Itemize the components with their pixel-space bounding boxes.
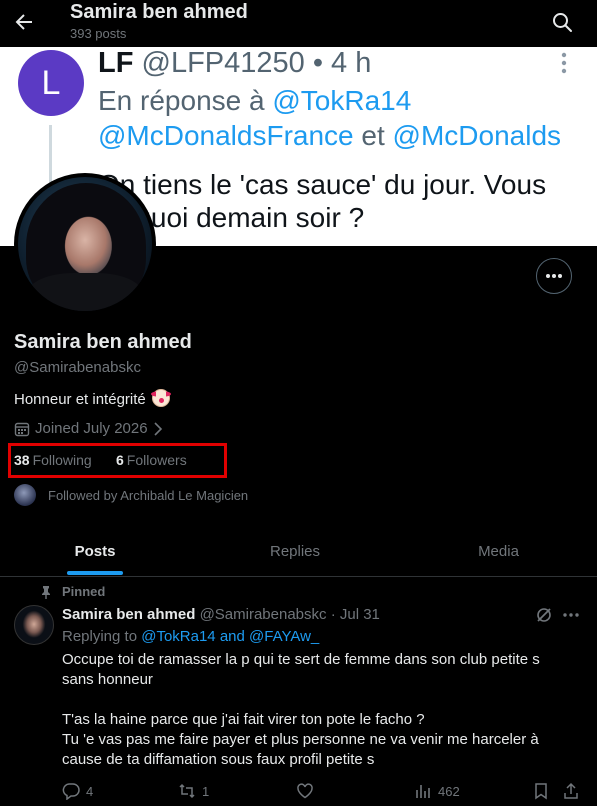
- heart-icon: [297, 783, 313, 799]
- pinned-label: Pinned: [40, 584, 105, 599]
- search-icon[interactable]: [550, 10, 574, 34]
- followed-by[interactable]: Followed by Archibald Le Magicien: [14, 484, 248, 506]
- repost-button[interactable]: 1: [178, 782, 209, 800]
- profile-bio: Honneur et intégrité: [14, 389, 171, 408]
- post-text: Occupe toi de ramasser la p qui te sert …: [62, 651, 540, 768]
- chevron-right-icon: [154, 421, 162, 436]
- active-tab-indicator: [67, 571, 123, 575]
- tab-replies[interactable]: Replies: [200, 527, 390, 576]
- repost-icon: [179, 783, 195, 799]
- post-author-name[interactable]: Samira ben ahmed: [62, 606, 195, 623]
- joined-text: Joined July 2026: [35, 420, 148, 437]
- banner-reply-line: En réponse à @TokRa14: [98, 85, 412, 116]
- header-posts-count: 393 posts: [70, 26, 127, 41]
- pin-icon: [42, 585, 50, 599]
- post-author-handle[interactable]: @Samirabenabskc: [200, 606, 327, 623]
- avatar-image: [18, 177, 152, 311]
- views-button[interactable]: 462: [414, 782, 460, 800]
- post-more-icon[interactable]: [562, 606, 580, 624]
- banner-more-icon: [560, 52, 568, 74]
- banner-avatar: L: [18, 50, 84, 116]
- bookmark-button[interactable]: [532, 782, 550, 800]
- header-title: Samira ben ahmed: [70, 1, 248, 23]
- post-actions: 4 1 462: [62, 782, 582, 802]
- profile-more-button[interactable]: [536, 258, 572, 294]
- profile-handle: @Samirabenabskc: [14, 359, 141, 376]
- replying-mentions[interactable]: @TokRa14 and @FAYAw_: [141, 628, 319, 645]
- post-author-avatar[interactable]: [14, 605, 54, 645]
- post-header: Samira ben ahmed @Samirabenabskc · Jul 3…: [62, 606, 380, 623]
- back-arrow-icon[interactable]: [12, 10, 36, 34]
- followers-link[interactable]: 6 Followers: [116, 452, 187, 468]
- tab-media[interactable]: Media: [400, 527, 597, 576]
- following-link[interactable]: 38 Following: [14, 452, 92, 468]
- more-horizontal-icon: [546, 274, 562, 278]
- share-icon: [564, 782, 578, 799]
- reply-button[interactable]: 4: [62, 782, 93, 800]
- profile-joined[interactable]: Joined July 2026: [14, 420, 163, 437]
- banner-quote-line1: On tiens le 'cas sauce' du jour. Vous: [98, 169, 547, 200]
- share-button[interactable]: [562, 782, 580, 800]
- profile-header: Samira ben ahmed 393 posts: [0, 0, 597, 47]
- profile-name: Samira ben ahmed: [14, 331, 192, 353]
- clown-emoji-icon: [150, 389, 171, 407]
- bookmark-icon: [535, 783, 547, 800]
- profile-tabs: Posts Replies Media: [0, 527, 597, 577]
- calendar-icon: [14, 422, 30, 436]
- banner-author: LF @LFP41250 • 4 h: [98, 47, 372, 79]
- reply-icon: [62, 783, 80, 800]
- post-date[interactable]: · Jul 31: [331, 606, 380, 623]
- banner-reply-mentions: @McDonaldsFrance et @McDonalds: [98, 120, 562, 151]
- views-chart-icon: [416, 785, 430, 798]
- like-button[interactable]: [296, 782, 314, 800]
- tab-posts[interactable]: Posts: [0, 527, 190, 576]
- follower-avatar: [14, 484, 36, 506]
- post-replying-to: Replying to @TokRa14 and @FAYAw_: [62, 628, 320, 645]
- grok-icon[interactable]: [535, 606, 553, 624]
- profile-avatar[interactable]: [14, 173, 156, 315]
